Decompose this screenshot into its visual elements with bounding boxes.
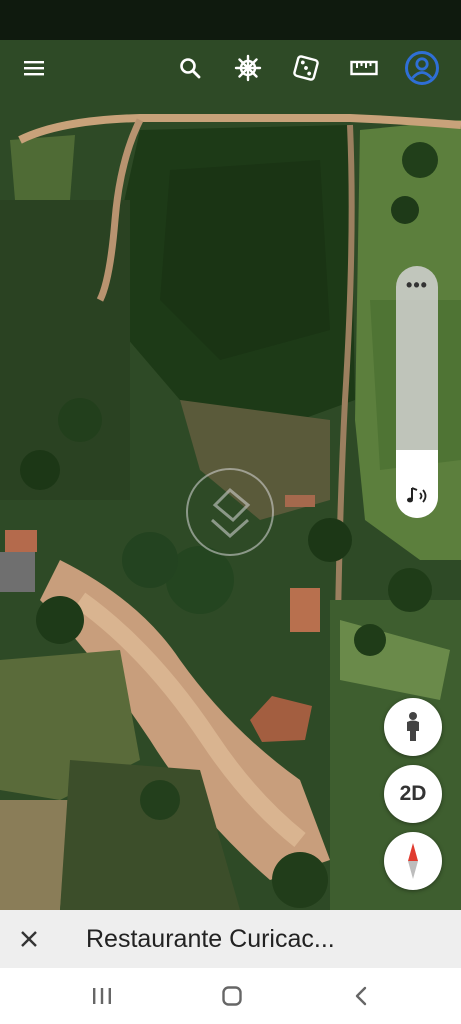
close-icon bbox=[21, 931, 37, 947]
measure-button[interactable] bbox=[346, 50, 382, 86]
audio-panel-active-area[interactable] bbox=[396, 450, 438, 518]
system-nav-bar bbox=[0, 968, 461, 1024]
recents-button[interactable] bbox=[82, 980, 122, 1012]
place-title[interactable]: Restaurante Curicac... bbox=[86, 925, 335, 954]
feeling-lucky-button[interactable] bbox=[288, 50, 324, 86]
voyager-button[interactable] bbox=[230, 50, 266, 86]
audio-panel: ••• bbox=[396, 266, 438, 518]
measure-ruler-icon bbox=[350, 60, 378, 76]
street-view-button[interactable] bbox=[384, 698, 442, 756]
compass-button[interactable] bbox=[384, 832, 442, 890]
more-dots-icon[interactable]: ••• bbox=[396, 276, 438, 294]
home-icon bbox=[222, 986, 242, 1006]
pegman-street-view-icon bbox=[407, 712, 419, 741]
menu-button[interactable] bbox=[16, 50, 52, 86]
account-avatar-icon bbox=[405, 51, 439, 85]
compass-icon bbox=[408, 843, 418, 879]
voyager-ship-wheel-icon bbox=[234, 54, 262, 82]
back-button[interactable] bbox=[341, 980, 381, 1012]
view-mode-2d-button[interactable]: 2D bbox=[384, 765, 442, 823]
top-toolbar bbox=[0, 40, 461, 96]
recents-icon bbox=[93, 988, 111, 1004]
search-button[interactable] bbox=[172, 50, 208, 86]
view-mode-label: 2D bbox=[399, 782, 427, 805]
back-icon bbox=[355, 986, 367, 1006]
music-note-sound-icon bbox=[407, 487, 427, 503]
close-place-card-button[interactable] bbox=[0, 910, 58, 968]
place-card[interactable]: Restaurante Curicac... bbox=[0, 910, 461, 968]
account-button[interactable] bbox=[404, 50, 440, 86]
home-button[interactable] bbox=[212, 980, 252, 1012]
search-icon bbox=[180, 58, 201, 79]
feeling-lucky-dice-icon bbox=[293, 55, 319, 81]
menu-icon bbox=[24, 61, 44, 76]
